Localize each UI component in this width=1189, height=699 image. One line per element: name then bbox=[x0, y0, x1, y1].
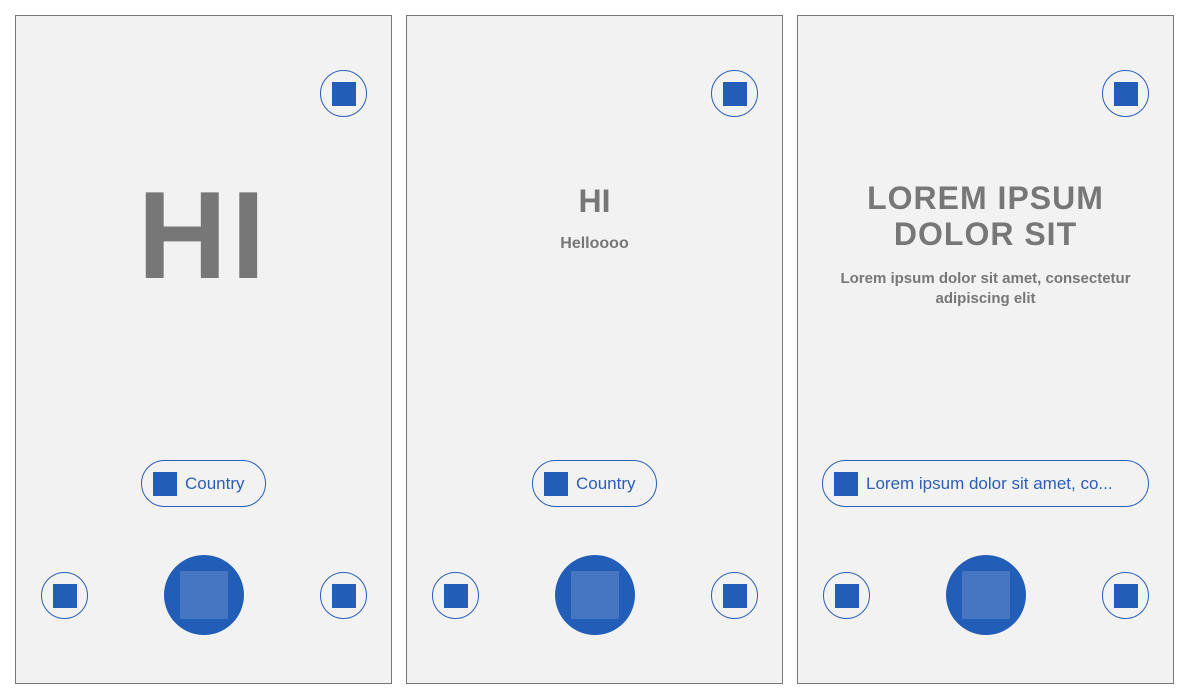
main-action-button[interactable] bbox=[164, 555, 244, 635]
chip-label: Country bbox=[185, 473, 245, 493]
bottom-left-button[interactable] bbox=[432, 572, 479, 619]
square-icon bbox=[722, 583, 747, 608]
square-icon bbox=[443, 583, 468, 608]
bottom-right-button[interactable] bbox=[320, 572, 367, 619]
country-chip[interactable]: Country bbox=[141, 460, 266, 507]
square-icon bbox=[544, 471, 568, 496]
page-title-line-2: DOLOR SIT bbox=[893, 216, 1078, 252]
square-icon bbox=[52, 583, 77, 608]
square-icon bbox=[153, 471, 177, 496]
screen-3: LOREM IPSUM DOLOR SIT Lorem ipsum dolor … bbox=[797, 15, 1174, 684]
square-icon bbox=[331, 81, 356, 106]
main-action-button[interactable] bbox=[946, 555, 1026, 635]
top-right-button[interactable] bbox=[711, 70, 758, 117]
screen-2: HI Helloooo Country bbox=[406, 15, 783, 684]
square-icon bbox=[834, 471, 858, 496]
location-chip[interactable]: Lorem ipsum dolor sit amet, co... bbox=[822, 460, 1149, 507]
page-title: HI bbox=[578, 183, 611, 219]
chip-label: Lorem ipsum dolor sit amet, co... bbox=[866, 473, 1113, 493]
top-right-button[interactable] bbox=[1102, 70, 1149, 117]
square-icon bbox=[722, 81, 747, 106]
screen-1: HI Country bbox=[15, 15, 392, 684]
square-icon bbox=[331, 583, 356, 608]
chip-label: Country bbox=[576, 473, 636, 493]
square-icon bbox=[962, 571, 1010, 619]
bottom-right-button[interactable] bbox=[711, 572, 758, 619]
bottom-left-button[interactable] bbox=[823, 572, 870, 619]
main-action-button[interactable] bbox=[555, 555, 635, 635]
page-subtitle-line-2: adipiscing elit bbox=[935, 290, 1036, 307]
square-icon bbox=[571, 571, 619, 619]
bottom-left-button[interactable] bbox=[41, 572, 88, 619]
country-chip[interactable]: Country bbox=[532, 460, 657, 507]
page-subtitle-line-1: Lorem ipsum dolor sit amet, consectetur bbox=[840, 270, 1131, 287]
square-icon bbox=[180, 571, 228, 619]
page-title: HI bbox=[137, 167, 270, 305]
square-icon bbox=[1113, 81, 1138, 106]
square-icon bbox=[834, 583, 859, 608]
square-icon bbox=[1113, 583, 1138, 608]
page-subtitle: Helloooo bbox=[560, 235, 629, 252]
top-right-button[interactable] bbox=[320, 70, 367, 117]
page-title-line-1: LOREM IPSUM bbox=[867, 180, 1104, 216]
bottom-right-button[interactable] bbox=[1102, 572, 1149, 619]
